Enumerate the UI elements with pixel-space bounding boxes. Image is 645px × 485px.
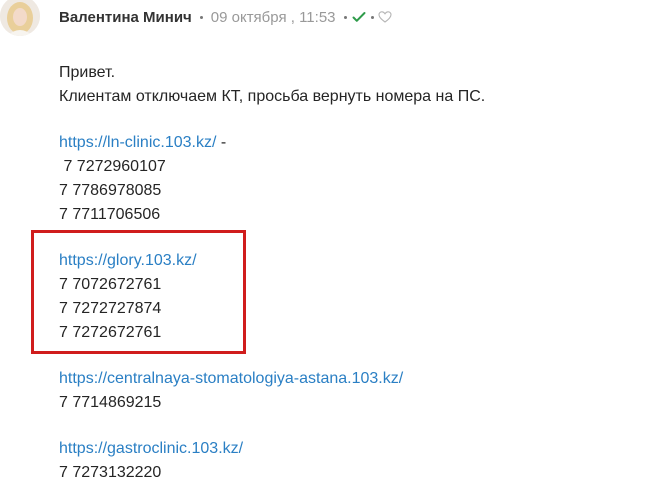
separator-dot bbox=[199, 15, 203, 19]
double-check-icon bbox=[352, 10, 366, 24]
phone-number: 7 7786978085 bbox=[59, 182, 162, 199]
clinic-link[interactable]: https://ln-clinic.103.kz/ bbox=[59, 134, 216, 151]
message-header: Валентина Минич 09 октября , 11:53 bbox=[59, 7, 392, 27]
heart-outline-icon[interactable] bbox=[377, 10, 392, 24]
link-line: https://centralnaya-stomatologiya-astana… bbox=[59, 367, 639, 391]
phone-number: 7 7072672761 bbox=[59, 276, 162, 293]
clinic-link[interactable]: https://centralnaya-stomatologiya-astana… bbox=[59, 370, 403, 387]
avatar-image bbox=[0, 0, 40, 36]
chat-message: Валентина Минич 09 октября , 11:53 Приве… bbox=[0, 0, 645, 485]
author-name[interactable]: Валентина Минич bbox=[59, 9, 192, 26]
message-body: Привет. Клиентам отключаем КТ, просьба в… bbox=[59, 61, 639, 485]
clinic-link[interactable]: https://gastroclinic.103.kz/ bbox=[59, 440, 243, 457]
phone-number: 7 7272960107 bbox=[59, 158, 166, 175]
phone-number: 7 7272672761 bbox=[59, 324, 162, 341]
link-line: https://gastroclinic.103.kz/ bbox=[59, 437, 639, 461]
request-text: Клиентам отключаем КТ, просьба вернуть н… bbox=[59, 88, 486, 105]
link-suffix: - bbox=[216, 134, 227, 151]
greeting-text: Привет. bbox=[59, 64, 116, 81]
avatar[interactable] bbox=[0, 0, 40, 36]
link-line: https://ln-clinic.103.kz/ - bbox=[59, 131, 639, 155]
separator-dot bbox=[343, 15, 347, 19]
clinic-link[interactable]: https://glory.103.kz/ bbox=[59, 252, 197, 269]
phone-number: 7 7714869215 bbox=[59, 394, 162, 411]
message-timestamp: 09 октября , 11:53 bbox=[210, 8, 336, 26]
phone-number: 7 7711706506 bbox=[59, 206, 161, 223]
phone-number: 7 7272727874 bbox=[59, 300, 162, 317]
link-line: https://glory.103.kz/ bbox=[59, 249, 639, 273]
phone-number: 7 7273132220 bbox=[59, 464, 162, 481]
separator-dot bbox=[370, 15, 374, 19]
